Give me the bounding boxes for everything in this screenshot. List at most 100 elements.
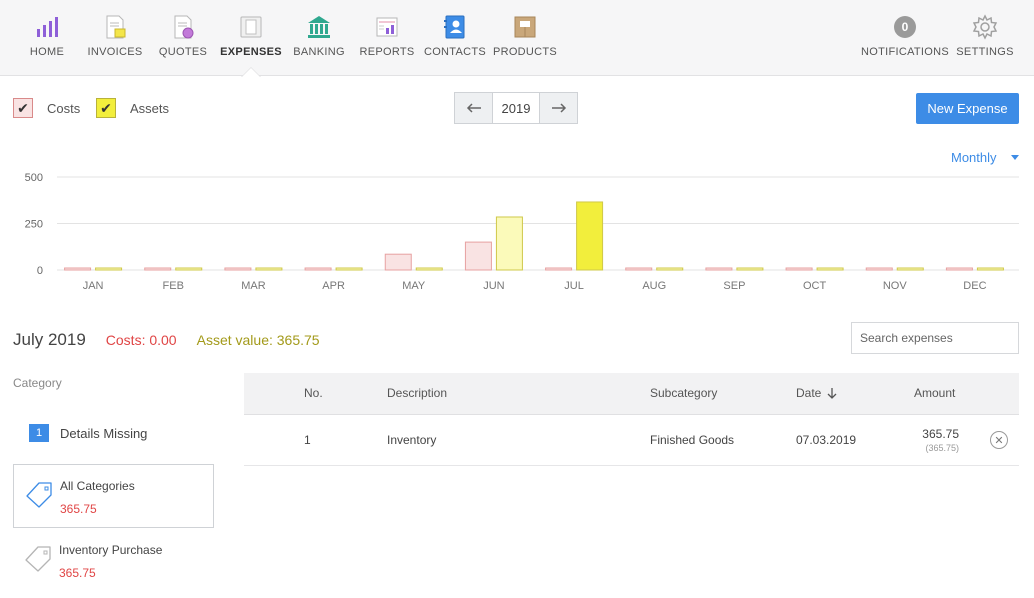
report-icon bbox=[374, 14, 400, 40]
nav-banking[interactable]: BANKING bbox=[293, 0, 345, 76]
x-tick-label: APR bbox=[322, 280, 345, 292]
assets-toggle[interactable]: ✔ Assets bbox=[96, 98, 169, 118]
col-date[interactable]: Date bbox=[796, 386, 837, 400]
details-missing-label: Details Missing bbox=[60, 425, 148, 441]
bar-costs-feb bbox=[144, 267, 172, 271]
sort-down-icon bbox=[827, 388, 837, 399]
bank-icon bbox=[306, 14, 332, 40]
notification-badge-icon: 0 bbox=[892, 14, 918, 40]
x-tick-label: DEC bbox=[963, 280, 986, 292]
bar-costs-jan bbox=[64, 267, 92, 271]
category-inventory-purchase[interactable]: Inventory Purchase 365.75 bbox=[13, 529, 214, 593]
x-tick-label: AUG bbox=[642, 280, 666, 292]
summary-month: July 2019 bbox=[13, 330, 86, 349]
bar-assets-dec bbox=[976, 267, 1004, 271]
bar-assets-may bbox=[415, 267, 443, 271]
next-year-button[interactable] bbox=[540, 93, 577, 123]
col-no[interactable]: No. bbox=[304, 386, 323, 400]
y-tick-label: 250 bbox=[25, 219, 43, 231]
bar-chart-icon bbox=[34, 14, 60, 40]
delete-row-button[interactable]: ✕ bbox=[990, 431, 1008, 449]
caret-down-icon bbox=[1010, 155, 1019, 160]
details-missing-count: 1 bbox=[29, 424, 49, 442]
row-description: Inventory bbox=[387, 433, 437, 447]
bar-costs-aug bbox=[625, 267, 653, 271]
tag-icon bbox=[25, 546, 51, 572]
period-label: Monthly bbox=[951, 150, 997, 165]
bar-costs-oct bbox=[785, 267, 813, 271]
row-amount-secondary: (365.75) bbox=[925, 443, 959, 453]
period-dropdown[interactable]: Monthly bbox=[951, 150, 1019, 165]
bar-costs-jul bbox=[545, 267, 573, 271]
nav-settings[interactable]: SETTINGS bbox=[956, 0, 1013, 76]
row-amount: 365.75 bbox=[922, 427, 959, 441]
col-amount[interactable]: Amount bbox=[914, 386, 955, 400]
bar-costs-sep bbox=[705, 267, 733, 271]
nav-reports[interactable]: REPORTS bbox=[359, 0, 414, 76]
bar-assets-mar bbox=[255, 267, 283, 271]
y-tick-label: 500 bbox=[25, 172, 43, 184]
category-heading: Category bbox=[13, 376, 62, 390]
bar-assets-apr bbox=[335, 267, 363, 271]
bar-assets-jul bbox=[576, 201, 604, 271]
new-expense-button[interactable]: New Expense bbox=[916, 93, 1019, 124]
bar-assets-nov bbox=[896, 267, 924, 271]
costs-toggle[interactable]: ✔ Costs bbox=[13, 98, 80, 118]
top-nav: HOME INVOICES QUOTES EXPENSES BANKING RE… bbox=[0, 0, 1034, 77]
nav-products[interactable]: PRODUCTS bbox=[493, 0, 557, 76]
tag-icon bbox=[26, 482, 52, 508]
x-tick-label: JAN bbox=[83, 280, 104, 292]
x-tick-label: MAR bbox=[241, 280, 266, 292]
bar-assets-sep bbox=[736, 267, 764, 271]
nav-notifications[interactable]: 0 NOTIFICATIONS bbox=[861, 0, 949, 76]
contacts-icon bbox=[442, 14, 468, 40]
year-selector: 2019 bbox=[454, 92, 578, 124]
arrow-right-icon bbox=[551, 103, 566, 113]
invoice-icon bbox=[102, 14, 128, 40]
year-value: 2019 bbox=[492, 93, 540, 123]
prev-year-button[interactable] bbox=[455, 93, 492, 123]
check-icon: ✔ bbox=[17, 99, 29, 116]
nav-quotes[interactable]: QUOTES bbox=[159, 0, 207, 76]
x-tick-label: JUL bbox=[564, 280, 584, 292]
close-icon: ✕ bbox=[994, 434, 1004, 447]
details-missing-filter[interactable]: 1 Details Missing bbox=[29, 424, 147, 442]
expense-icon bbox=[238, 14, 264, 40]
arrow-left-icon bbox=[466, 103, 481, 113]
x-tick-label: OCT bbox=[803, 280, 827, 292]
bar-assets-oct bbox=[816, 267, 844, 271]
row-subcategory: Finished Goods bbox=[650, 433, 735, 447]
quote-icon bbox=[170, 14, 196, 40]
search-input[interactable] bbox=[851, 322, 1019, 354]
active-tab-pointer bbox=[242, 68, 260, 77]
expenses-chart: 0 250 500 JAN FEB MAR APR MAY JUN JUL AUG SEP OCT NOV… bbox=[25, 172, 1019, 292]
bar-assets-jan bbox=[95, 267, 123, 271]
bar-assets-jun bbox=[495, 216, 523, 271]
bar-costs-may bbox=[384, 253, 412, 271]
col-subcategory[interactable]: Subcategory bbox=[650, 386, 717, 400]
gear-icon bbox=[972, 14, 998, 40]
check-icon: ✔ bbox=[100, 99, 112, 116]
bar-costs-jun bbox=[464, 241, 492, 271]
category-all[interactable]: All Categories 365.75 bbox=[13, 464, 214, 528]
nav-contacts[interactable]: CONTACTS bbox=[424, 0, 486, 76]
table-row[interactable]: 1 Inventory Finished Goods 07.03.2019 36… bbox=[244, 415, 1019, 466]
row-no: 1 bbox=[304, 433, 311, 447]
bar-assets-feb bbox=[175, 267, 203, 271]
assets-checkbox[interactable]: ✔ bbox=[96, 98, 116, 118]
nav-home[interactable]: HOME bbox=[28, 0, 66, 76]
nav-expenses[interactable]: EXPENSES bbox=[220, 0, 282, 76]
bar-costs-apr bbox=[304, 267, 332, 271]
month-summary: July 2019 Costs: 0.00 Asset value: 365.7… bbox=[13, 330, 320, 350]
x-tick-label: MAY bbox=[402, 280, 426, 292]
x-tick-label: FEB bbox=[163, 280, 184, 292]
nav-invoices[interactable]: INVOICES bbox=[88, 0, 142, 76]
col-description[interactable]: Description bbox=[387, 386, 447, 400]
bar-costs-mar bbox=[224, 267, 252, 271]
summary-asset-value: Asset value: 365.75 bbox=[196, 332, 320, 348]
y-tick-label: 0 bbox=[37, 265, 43, 277]
expenses-table-header: No. Description Subcategory Date Amount bbox=[244, 373, 1019, 415]
x-tick-label: JUN bbox=[483, 280, 504, 292]
row-date: 07.03.2019 bbox=[796, 433, 857, 447]
costs-checkbox[interactable]: ✔ bbox=[13, 98, 33, 118]
